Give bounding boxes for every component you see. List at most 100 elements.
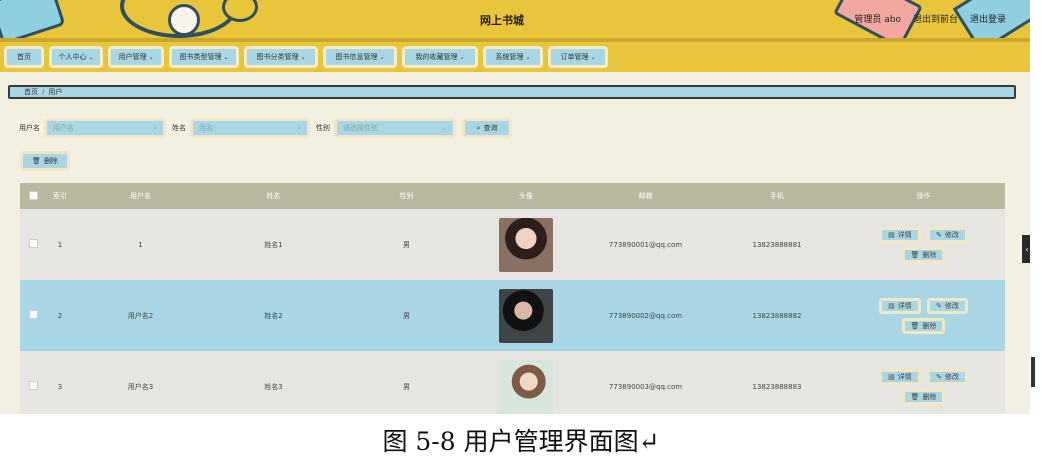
gender-placeholder: 请选择性别 <box>343 124 378 132</box>
user-label: 管理员 abo <box>854 15 901 25</box>
nav-label: 首页 <box>17 53 31 61</box>
avatar <box>499 288 553 343</box>
username-placeholder: 用户名 <box>53 124 74 132</box>
checkbox[interactable] <box>28 310 38 319</box>
chevron-down-icon: ⌄ <box>590 53 596 61</box>
side-collapse-tab[interactable]: ‹ <box>1022 235 1030 263</box>
bulk-delete-button[interactable]: 🗑 删除 <box>20 151 70 171</box>
logout-link[interactable]: 退出登录 <box>970 12 1006 25</box>
cell-avatar <box>473 280 579 351</box>
cell-actions: ▤ 详情 ✎ 修改 🗑 删除 <box>842 351 1005 414</box>
nav-label: 我的收藏管理 <box>415 53 458 61</box>
detail-button[interactable]: ▤ 详情 <box>879 226 921 243</box>
chevron-left-icon: ‹ <box>1025 244 1029 254</box>
column-header: 操作 <box>842 183 1005 209</box>
delete-button[interactable]: 🗑 删除 <box>901 246 946 263</box>
figure-caption: 图 5-8 用户管理界面图↵ <box>382 427 660 456</box>
query-label: 查询 <box>483 124 498 132</box>
name-placeholder: 姓名 <box>199 124 213 132</box>
search-bar: 用户名 用户名 ⌕ 姓名 姓名 ⌕ 性别 请选择性别 ⌄ ⌕ 查询 <box>19 118 512 138</box>
cell-name: 姓名3 <box>207 351 340 414</box>
delete-label: 删除 <box>43 157 58 165</box>
name-label: 姓名 <box>172 124 186 132</box>
column-header: 索引 <box>46 183 74 209</box>
nav-item-favorites[interactable]: 我的收藏管理 ⌄ <box>402 46 478 68</box>
pencil-icon: ✎ <box>935 301 942 310</box>
nav-item-system[interactable]: 系统管理 ⌄ <box>483 46 543 68</box>
nav-item-orders[interactable]: 订单管理 ⌄ <box>548 46 608 68</box>
username-input[interactable]: 用户名 ⌕ <box>44 118 166 138</box>
cell-name: 姓名2 <box>207 280 340 351</box>
nav-label: 图书分类管理 <box>256 53 299 61</box>
column-header: 手机 <box>712 183 842 209</box>
breadcrumb-home[interactable]: 首页 <box>24 87 38 97</box>
detail-label: 详情 <box>897 230 912 239</box>
breadcrumb-separator: / <box>42 88 45 96</box>
pencil-icon: ✎ <box>935 372 942 381</box>
query-button[interactable]: ⌕ 查询 <box>462 118 512 138</box>
nav-label: 图书信息管理 <box>335 53 378 61</box>
nav-label: 系统管理 <box>495 53 524 61</box>
front-link[interactable]: 退出到前台 <box>913 12 958 25</box>
column-header: 性别 <box>340 183 473 209</box>
cell-avatar <box>473 351 579 414</box>
edit-button[interactable]: ✎ 修改 <box>926 226 968 243</box>
trash-icon: 🗑 <box>910 250 920 259</box>
nav-item-book-type[interactable]: 图书类型管理 ⌄ <box>169 46 239 68</box>
gender-label: 性别 <box>316 124 330 132</box>
chevron-down-icon: ⌄ <box>88 53 94 61</box>
row-select[interactable] <box>20 280 46 351</box>
delete-button[interactable]: 🗑 删除 <box>901 388 946 405</box>
top-nav: 首页 个人中心 ⌄ 用户管理 ⌄ 图书类型管理 ⌄ 图书分类管理 ⌄ 图书信息管理 ⌄ 我… <box>0 42 1030 72</box>
edit-label: 修改 <box>944 301 959 310</box>
name-input[interactable]: 姓名 ⌕ <box>190 118 310 138</box>
delete-label: 删除 <box>922 392 937 401</box>
trash-icon: 🗑 <box>32 157 41 165</box>
search-icon: ⌕ <box>153 123 157 132</box>
checkbox[interactable] <box>28 381 38 390</box>
pencil-icon: ✎ <box>935 230 942 239</box>
cell-index: 2 <box>46 280 74 351</box>
chevron-down-icon: ⌄ <box>223 53 229 61</box>
row-select[interactable] <box>20 209 46 280</box>
gender-select[interactable]: 请选择性别 ⌄ <box>334 118 456 138</box>
column-header: 姓名 <box>207 183 340 209</box>
nav-item-users[interactable]: 用户管理 ⌄ <box>108 46 164 68</box>
checkbox[interactable] <box>28 239 38 248</box>
nav-item-home[interactable]: 首页 <box>4 46 44 68</box>
nav-label: 图书类型管理 <box>179 53 222 61</box>
detail-label: 详情 <box>897 301 912 310</box>
nav-item-book-info[interactable]: 图书信息管理 ⌄ <box>323 46 397 68</box>
site-title: 网上书城 <box>480 14 524 27</box>
table-row: 3 用户名3 姓名3 男 773890003@qq.com 1382388888… <box>20 351 1005 414</box>
detail-label: 详情 <box>897 372 912 381</box>
document-icon: ▤ <box>888 230 895 239</box>
checkbox[interactable] <box>28 190 38 200</box>
header-select-all[interactable] <box>20 183 46 209</box>
cell-index: 3 <box>46 351 74 414</box>
avatar <box>499 359 553 414</box>
decor-earphone-shape <box>168 4 200 36</box>
cell-phone: 13823888882 <box>712 280 842 351</box>
breadcrumb: 首页 / 用户 <box>8 85 1016 99</box>
scrollbar[interactable] <box>1031 357 1035 387</box>
table-header-row: 索引 用户名 姓名 性别 头像 邮箱 手机 操作 <box>20 183 1005 209</box>
document-icon: ▤ <box>888 301 895 310</box>
cell-actions: ▤ 详情 ✎ 修改 🗑 删除 <box>842 209 1005 280</box>
delete-button[interactable]: 🗑 删除 <box>901 317 946 334</box>
username-label: 用户名 <box>19 124 40 132</box>
nav-item-profile[interactable]: 个人中心 ⌄ <box>49 46 103 68</box>
cell-name: 姓名1 <box>207 209 340 280</box>
cell-email: 773890002@qq.com <box>579 280 712 351</box>
detail-button[interactable]: ▤ 详情 <box>879 368 921 385</box>
row-select[interactable] <box>20 351 46 414</box>
cell-gender: 男 <box>340 351 473 414</box>
edit-button[interactable]: ✎ 修改 <box>926 368 968 385</box>
avatar <box>499 217 553 272</box>
edit-label: 修改 <box>944 230 959 239</box>
edit-button[interactable]: ✎ 修改 <box>926 297 968 314</box>
nav-item-book-category[interactable]: 图书分类管理 ⌄ <box>244 46 318 68</box>
detail-button[interactable]: ▤ 详情 <box>879 297 921 314</box>
cell-gender: 男 <box>340 209 473 280</box>
header-links: 管理员 abo 退出到前台 退出登录 <box>854 12 1006 25</box>
